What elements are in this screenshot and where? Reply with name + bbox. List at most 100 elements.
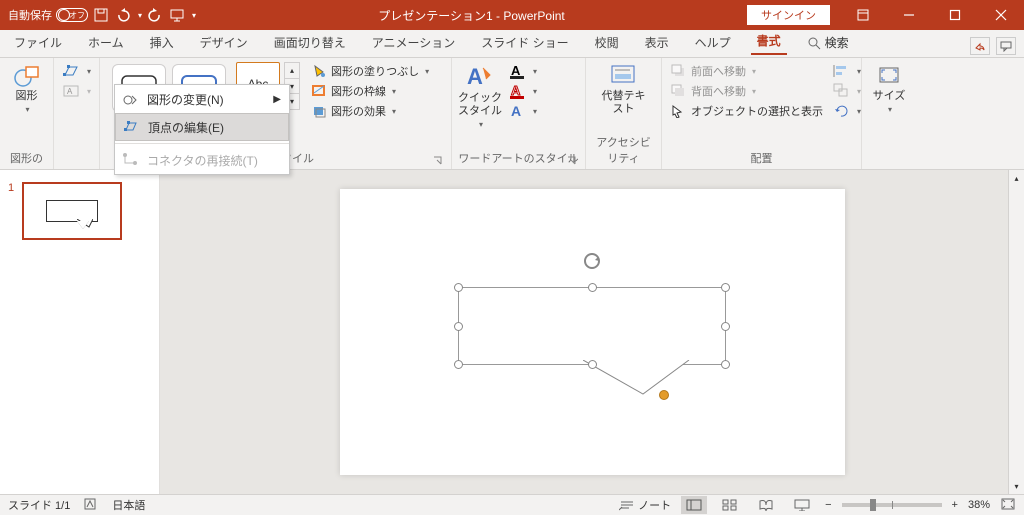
slide-canvas[interactable] [340, 189, 845, 475]
scroll-up-icon[interactable]: ▴ [1009, 170, 1024, 186]
normal-view-button[interactable] [681, 496, 707, 514]
resize-handle[interactable] [454, 360, 463, 369]
title-right: サインイン [747, 0, 1024, 30]
menu-change-shape-label: 図形の変更(N) [147, 91, 224, 108]
slide-thumbnail[interactable] [22, 182, 122, 240]
tab-format[interactable]: 書式 [751, 28, 787, 55]
slide-counter[interactable]: スライド 1/1 [8, 497, 70, 513]
shape-fill-label: 図形の塗りつぶし [331, 63, 419, 79]
shapes-icon [13, 64, 41, 88]
chevron-down-icon: ▾ [392, 87, 396, 96]
chevron-down-icon: ▾ [392, 107, 396, 116]
thumbnail-number: 1 [8, 182, 14, 194]
alt-text-button[interactable]: 代替テキスト [602, 62, 646, 116]
slideshow-button[interactable] [789, 496, 815, 514]
resize-handle[interactable] [588, 283, 597, 292]
slide-area[interactable]: ▴ ▾ [160, 170, 1024, 494]
tab-animations[interactable]: アニメーション [366, 30, 462, 55]
size-button[interactable]: サイズ ▾ [868, 62, 910, 114]
sign-in-button[interactable]: サインイン [747, 5, 830, 25]
zoom-slider[interactable] [842, 503, 942, 507]
chevron-down-icon: ▾ [533, 87, 537, 96]
bring-forward-icon [671, 64, 687, 78]
resize-handle[interactable] [721, 360, 730, 369]
resize-handle[interactable] [454, 322, 463, 331]
edit-shape-button[interactable]: ▾ [60, 62, 94, 80]
thumbnail-shape [46, 200, 98, 222]
autosave-toggle[interactable]: オフ [56, 8, 88, 22]
svg-text:A: A [511, 63, 521, 78]
tab-help[interactable]: ヘルプ [689, 30, 737, 55]
shape-outline-button[interactable]: 図形の枠線▾ [308, 82, 432, 100]
tab-view[interactable]: 表示 [639, 30, 675, 55]
tab-insert[interactable]: 挿入 [144, 30, 180, 55]
dialog-launcher-icon[interactable] [433, 156, 443, 166]
shapes-button[interactable]: 図形 ▾ [5, 62, 49, 114]
text-box-button[interactable]: A ▾ [60, 82, 94, 100]
rotate-handle[interactable] [582, 251, 602, 274]
shape-fill-button[interactable]: 図形の塗りつぶし▾ [308, 62, 432, 80]
menu-edit-points[interactable]: 頂点の編集(E) [115, 113, 289, 141]
language-indicator[interactable]: 日本語 [112, 497, 145, 513]
text-outline-button[interactable]: A▾ [506, 82, 540, 100]
text-effects-button[interactable]: A▾ [506, 102, 540, 120]
size-label: サイズ [873, 90, 906, 103]
adjustment-handle[interactable] [659, 390, 669, 400]
ribbon-display-options-icon[interactable] [840, 0, 886, 30]
slide-sorter-button[interactable] [717, 496, 743, 514]
search-box[interactable]: 検索 [801, 30, 855, 55]
shape-effects-button[interactable]: 図形の効果 ▾ [308, 102, 432, 120]
text-box-icon: A [63, 83, 81, 99]
notes-button[interactable]: ノート [619, 497, 671, 513]
zoom-in-button[interactable]: + [952, 499, 958, 511]
gallery-up-icon[interactable]: ▴ [285, 63, 299, 79]
shape-effects-label: 図形の効果 [331, 103, 386, 119]
bring-forward-button[interactable]: 前面へ移動▾ [668, 62, 826, 80]
menu-change-shape[interactable]: 図形の変更(N) ▶ [115, 85, 289, 113]
comments-button[interactable] [996, 37, 1016, 55]
bring-forward-label: 前面へ移動 [691, 63, 746, 79]
resize-handle[interactable] [721, 322, 730, 331]
resize-handle[interactable] [588, 360, 597, 369]
selected-callout-shape[interactable] [458, 287, 726, 365]
text-fill-button[interactable]: A▾ [506, 62, 540, 80]
effects-icon [311, 104, 327, 118]
tab-slideshow[interactable]: スライド ショー [475, 30, 574, 55]
chevron-down-icon: ▾ [752, 87, 756, 96]
fit-to-window-button[interactable] [1000, 497, 1016, 514]
dialog-launcher-icon[interactable] [567, 156, 577, 166]
group-button[interactable]: ▾ [830, 82, 864, 100]
tab-file[interactable]: ファイル [8, 30, 68, 55]
send-backward-button[interactable]: 背面へ移動▾ [668, 82, 826, 100]
tab-review[interactable]: 校閲 [589, 30, 625, 55]
quick-styles-button[interactable]: A クイック スタイル ▾ [458, 62, 502, 129]
vertical-scrollbar[interactable]: ▴ ▾ [1008, 170, 1024, 494]
maximize-button[interactable] [932, 0, 978, 30]
autosave-control[interactable]: 自動保存 オフ [8, 7, 88, 23]
redo-icon[interactable] [146, 6, 164, 24]
align-button[interactable]: ▾ [830, 62, 864, 80]
save-icon[interactable] [92, 6, 110, 24]
minimize-button[interactable] [886, 0, 932, 30]
tab-design[interactable]: デザイン [194, 30, 254, 55]
rotate-button[interactable]: ▾ [830, 102, 864, 120]
zoom-level[interactable]: 38% [968, 499, 990, 511]
resize-handle[interactable] [721, 283, 730, 292]
group-edit-shapes: ▾ A ▾ 図形の変更(N) ▶ 頂点の編集(E) コネクタの再接続(T) [54, 58, 100, 169]
reading-view-button[interactable] [753, 496, 779, 514]
resize-handle[interactable] [454, 283, 463, 292]
tab-transitions[interactable]: 画面切り替え [268, 30, 352, 55]
close-button[interactable] [978, 0, 1024, 30]
undo-icon[interactable] [114, 6, 132, 24]
selection-pane-button[interactable]: オブジェクトの選択と表示 [668, 102, 826, 120]
start-from-beginning-icon[interactable] [168, 6, 186, 24]
share-button[interactable] [970, 37, 990, 55]
scroll-down-icon[interactable]: ▾ [1009, 478, 1024, 494]
thumbnail-panel[interactable]: 1 [0, 170, 160, 494]
spell-check-icon[interactable] [84, 497, 98, 514]
chevron-down-icon: ▾ [888, 105, 892, 114]
zoom-out-button[interactable]: − [825, 499, 831, 511]
tab-home[interactable]: ホーム [82, 30, 130, 55]
thumbnail-row[interactable]: 1 [8, 182, 151, 240]
undo-dropdown-icon[interactable]: ▾ [138, 11, 142, 20]
